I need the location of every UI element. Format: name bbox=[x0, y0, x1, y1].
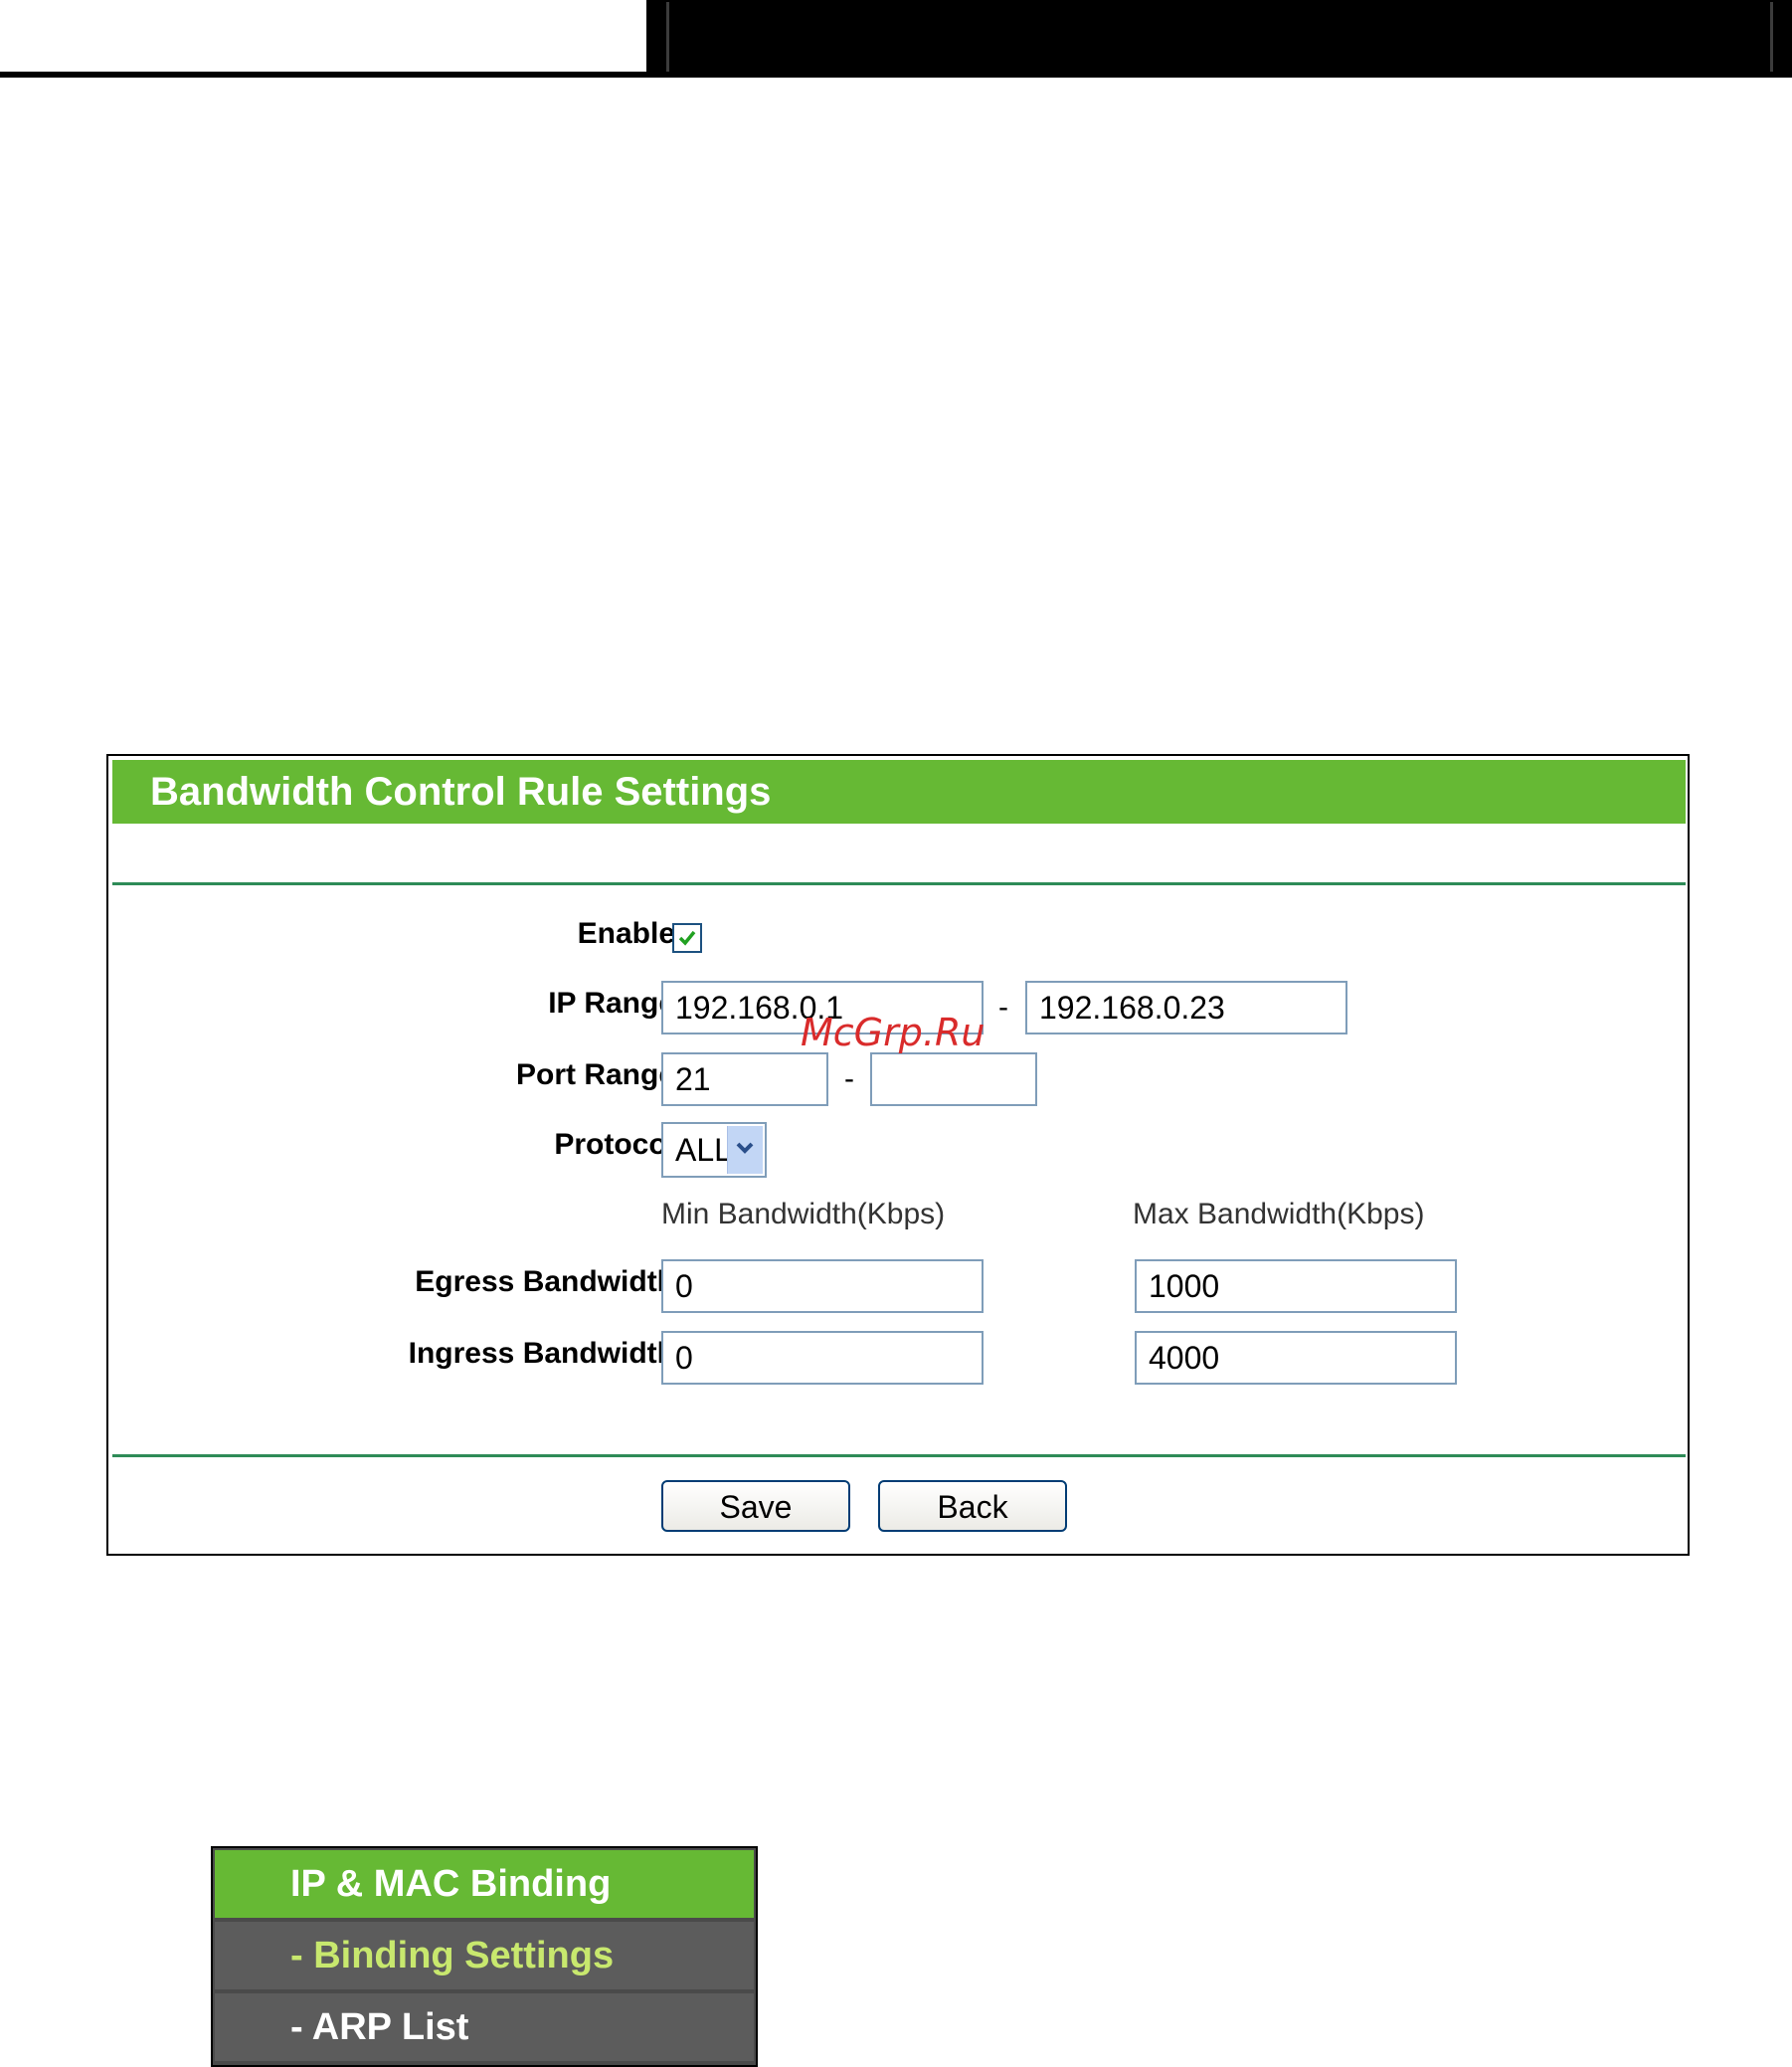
chevron-down-icon[interactable] bbox=[727, 1126, 763, 1174]
panel-divider-bottom bbox=[112, 1454, 1686, 1457]
protocol-select[interactable]: ALL bbox=[661, 1122, 767, 1178]
min-bandwidth-header: Min Bandwidth(Kbps) bbox=[661, 1198, 946, 1230]
port-end-input[interactable] bbox=[870, 1052, 1037, 1106]
enable-checkbox[interactable] bbox=[672, 923, 702, 953]
port-range-separator: - bbox=[844, 1062, 854, 1095]
watermark-text: McGrp.Ru bbox=[801, 1011, 986, 1054]
bandwidth-rule-panel: Bandwidth Control Rule Settings Enable: … bbox=[106, 754, 1690, 1556]
protocol-label: Protocol: bbox=[554, 1128, 685, 1161]
ingress-min-input[interactable]: 0 bbox=[661, 1331, 984, 1385]
side-menu: IP & MAC Binding - Binding Settings - AR… bbox=[211, 1846, 758, 2067]
header-divider bbox=[1770, 2, 1773, 72]
panel-divider-top bbox=[112, 882, 1686, 885]
ingress-bandwidth-label: Ingress Bandwidth: bbox=[408, 1337, 685, 1370]
checkmark-icon bbox=[678, 930, 696, 946]
max-bandwidth-header: Max Bandwidth(Kbps) bbox=[1133, 1198, 1425, 1230]
egress-max-input[interactable]: 1000 bbox=[1135, 1259, 1457, 1313]
menu-item-binding-settings[interactable]: - Binding Settings bbox=[215, 1922, 754, 1989]
panel-title: Bandwidth Control Rule Settings bbox=[112, 760, 1686, 824]
egress-min-input[interactable]: 0 bbox=[661, 1259, 984, 1313]
menu-item-arp-list[interactable]: - ARP List bbox=[215, 1993, 754, 2061]
ingress-max-input[interactable]: 4000 bbox=[1135, 1331, 1457, 1385]
back-button[interactable]: Back bbox=[878, 1480, 1067, 1532]
ip-range-separator: - bbox=[998, 991, 1008, 1024]
header-bar-right bbox=[646, 0, 1792, 78]
header-bar-left bbox=[0, 72, 646, 78]
menu-item-ip-mac-binding[interactable]: IP & MAC Binding bbox=[215, 1850, 754, 1918]
header-divider bbox=[666, 2, 669, 72]
ip-end-input[interactable]: 192.168.0.23 bbox=[1025, 981, 1347, 1034]
port-start-input[interactable]: 21 bbox=[661, 1052, 828, 1106]
protocol-selected-value: ALL bbox=[675, 1132, 732, 1168]
enable-label: Enable: bbox=[577, 917, 685, 950]
egress-bandwidth-label: Egress Bandwidth: bbox=[415, 1265, 685, 1298]
port-range-label: Port Range: bbox=[515, 1058, 685, 1091]
ip-range-label: IP Range: bbox=[548, 987, 685, 1020]
save-button[interactable]: Save bbox=[661, 1480, 850, 1532]
